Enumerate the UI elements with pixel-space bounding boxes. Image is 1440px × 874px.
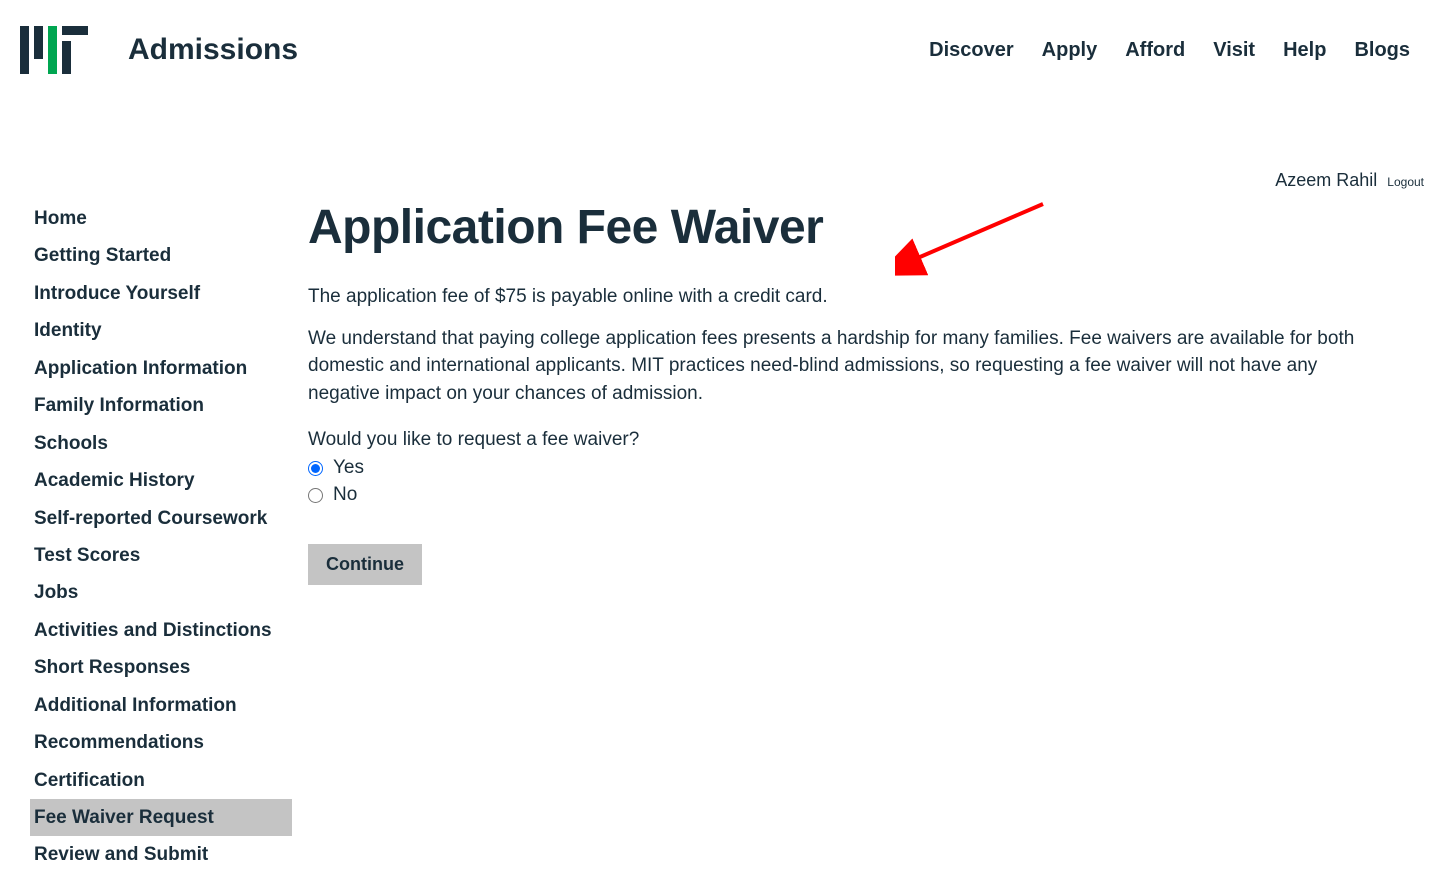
sidebar-item-self-reported-coursework[interactable]: Self-reported Coursework [30,500,292,537]
sidebar-item-getting-started[interactable]: Getting Started [30,237,292,274]
intro-fee-line: The application fee of $75 is payable on… [308,283,1392,311]
sidebar-item-family-information[interactable]: Family Information [30,387,292,424]
user-name: Azeem Rahil [1275,170,1377,191]
sidebar-item-jobs[interactable]: Jobs [30,574,292,611]
sidebar-item-short-responses[interactable]: Short Responses [30,649,292,686]
continue-button[interactable]: Continue [308,544,422,585]
user-bar: Azeem Rahil Logout [1275,170,1424,191]
radio-no[interactable] [308,488,323,503]
radio-no-label: No [333,482,357,509]
sidebar-item-test-scores[interactable]: Test Scores [30,537,292,574]
top-nav: Discover Apply Afford Visit Help Blogs [929,39,1420,62]
sidebar-item-home[interactable]: Home [30,200,292,237]
radio-yes[interactable] [308,461,323,476]
main-content: Application Fee Waiver The application f… [292,200,1412,874]
header-left: Admissions [20,26,298,74]
radio-row-yes[interactable]: Yes [308,455,1392,482]
site-title: Admissions [128,33,298,67]
nav-afford[interactable]: Afford [1125,39,1185,62]
sidebar-item-activities-and-distinctions[interactable]: Activities and Distinctions [30,612,292,649]
sidebar: Home Getting Started Introduce Yourself … [0,200,292,874]
sidebar-item-recommendations[interactable]: Recommendations [30,724,292,761]
fee-waiver-question: Would you like to request a fee waiver? [308,429,1392,451]
main-layout: Home Getting Started Introduce Yourself … [0,100,1440,874]
nav-help[interactable]: Help [1283,39,1326,62]
sidebar-item-review-and-submit[interactable]: Review and Submit [30,836,292,873]
nav-visit[interactable]: Visit [1213,39,1255,62]
sidebar-item-academic-history[interactable]: Academic History [30,462,292,499]
logout-link[interactable]: Logout [1387,175,1424,189]
nav-apply[interactable]: Apply [1042,39,1098,62]
nav-blogs[interactable]: Blogs [1354,39,1410,62]
mit-logo-icon [20,26,88,74]
sidebar-item-introduce-yourself[interactable]: Introduce Yourself [30,275,292,312]
sidebar-item-application-information[interactable]: Application Information [30,350,292,387]
radio-yes-label: Yes [333,455,364,482]
fee-waiver-question-block: Would you like to request a fee waiver? … [308,429,1392,508]
site-header: Admissions Discover Apply Afford Visit H… [0,0,1440,100]
nav-discover[interactable]: Discover [929,39,1014,62]
radio-row-no[interactable]: No [308,482,1392,509]
sidebar-item-certification[interactable]: Certification [30,762,292,799]
sidebar-item-identity[interactable]: Identity [30,312,292,349]
intro-waiver-policy: We understand that paying college applic… [308,325,1392,408]
sidebar-item-schools[interactable]: Schools [30,425,292,462]
page-title: Application Fee Waiver [308,200,1392,255]
sidebar-item-additional-information[interactable]: Additional Information [30,687,292,724]
sidebar-item-fee-waiver-request[interactable]: Fee Waiver Request [30,799,292,836]
